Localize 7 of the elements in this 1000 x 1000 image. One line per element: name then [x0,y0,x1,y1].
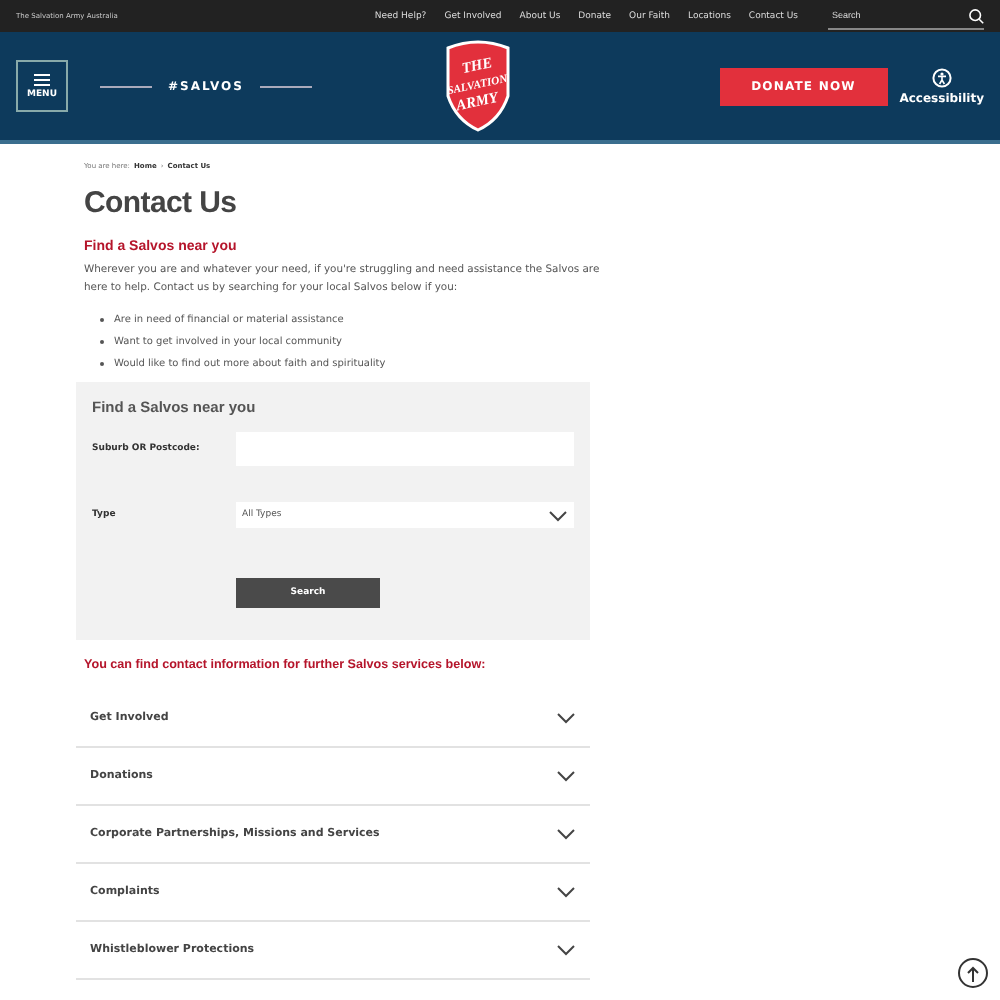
arrow-up-icon [966,965,980,981]
page-title: Contact Us [84,186,239,220]
scroll-top-button[interactable] [958,958,988,988]
chevron-icon [548,509,568,521]
search-icon[interactable] [968,7,984,23]
accessibility-icon [931,67,952,87]
menu-icon [34,73,50,85]
